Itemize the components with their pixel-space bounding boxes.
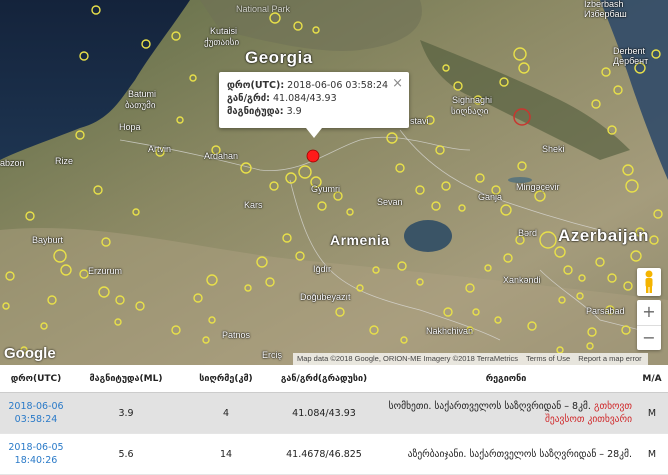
label-igdir: Iğdır	[313, 264, 332, 274]
popup-mag-value: 3.9	[286, 106, 302, 117]
row-ma: M	[636, 433, 668, 475]
label-mingecevir: Mingəçevir	[516, 182, 560, 192]
label-ercis: Erciş	[262, 350, 282, 360]
row-datetime[interactable]: 2018-06-05 18:40:26	[0, 433, 72, 475]
popup-time-value: 2018-06-06 03:58:24	[287, 80, 389, 91]
row-datetime[interactable]: 2018-06-06 03:58:24	[0, 392, 72, 434]
label-trabzon: abzon	[0, 158, 25, 168]
row-time: 03:58:24	[14, 414, 58, 425]
row-depth: 14	[180, 433, 272, 475]
column-header-ma[interactable]: M/A	[636, 365, 668, 393]
label-izberbash-ru: Избербаш	[584, 9, 627, 19]
table-row[interactable]: 2018-06-05 18:40:26 5.6 14 41.4678/46.825…	[0, 433, 668, 475]
label-erzurum: Erzurum	[88, 266, 123, 276]
label-patnos: Patnos	[222, 330, 251, 340]
report-map-error-link[interactable]: Report a map error	[578, 354, 641, 363]
row-ma: M	[636, 392, 668, 434]
row-magnitude: 5.6	[72, 433, 180, 475]
label-azerbaijan: Azerbaijan	[558, 226, 649, 245]
row-region-text: აზერბაიჯანი. საქართველოს საზღვრიდან – 28…	[407, 448, 632, 460]
label-sighnaghi: Sighnaghi	[452, 95, 493, 105]
label-ardahan: Ardahan	[204, 151, 239, 161]
label-kars: Kars	[244, 200, 263, 210]
column-header-time[interactable]: დრო(UTC)	[0, 365, 72, 393]
label-sevan: Sevan	[377, 197, 403, 207]
label-rize: Rize	[55, 156, 74, 166]
table-header-row: დრო(UTC) მაგნიტუდა(ML) სიღრმე(კმ) გან/გრ…	[0, 365, 668, 393]
earthquake-info-popup: × დრო(UTC): 2018-06-06 03:58:24 გან/გრძ:…	[219, 72, 409, 138]
table-row[interactable]: 2018-06-06 03:58:24 3.9 4 41.084/43.93 სო…	[0, 392, 668, 434]
close-icon[interactable]: ×	[392, 76, 403, 91]
label-batumi: Batumi	[128, 89, 157, 99]
google-logo: Google	[4, 345, 56, 362]
terms-of-use-link[interactable]: Terms of Use	[526, 354, 570, 363]
label-ganja: Ganja	[478, 192, 503, 202]
label-gyumri: Gyumri	[311, 184, 340, 194]
map-attribution: Map data ©2018 Google, ORION-ME Imagery …	[293, 353, 648, 365]
row-time: 18:40:26	[14, 455, 58, 466]
label-armenia: Armenia	[330, 232, 390, 248]
popup-mag-label: მაგნიტუდა:	[227, 106, 284, 117]
label-bayburt: Bayburt	[32, 235, 64, 245]
row-depth: 4	[180, 392, 272, 434]
label-kutaisi-ka: ქუთაისი	[204, 37, 240, 47]
label-dogubayazit: Doğubeyazıt	[300, 292, 351, 302]
label-national-park: National Park	[236, 4, 291, 14]
label-sheki: Sheki	[542, 144, 565, 154]
label-kutaisi: Kutaisi	[210, 26, 238, 36]
label-parsabad: Parsabad	[586, 306, 625, 316]
row-region: აზერბაიჯანი. საქართველოს საზღვრიდან – 28…	[376, 433, 636, 475]
row-date: 2018-06-06	[8, 401, 64, 412]
label-derbent-ru: Дербент	[613, 56, 649, 66]
label-georgia: Georgia	[245, 48, 313, 67]
label-rustavi: stavi	[410, 116, 429, 126]
column-header-depth[interactable]: სიღრმე(კმ)	[180, 365, 272, 393]
label-artvin: Artvin	[148, 144, 172, 154]
popup-time-label: დრო(UTC):	[227, 80, 285, 91]
row-date: 2018-06-05	[8, 442, 64, 453]
row-coords: 41.4678/46.825	[272, 433, 376, 475]
map-data-credit: Map data ©2018 Google, ORION-ME Imagery …	[297, 354, 519, 363]
column-header-magnitude[interactable]: მაგნიტუდა(ML)	[72, 365, 180, 393]
seismic-map[interactable]: Georgia Armenia Azerbaijan National Park…	[0, 0, 668, 365]
popup-coord-value: 41.084/43.93	[273, 93, 337, 104]
popup-coord-label: გან/გრძ:	[227, 93, 270, 104]
row-region: სომხეთი. საქართველოს საზღვრიდან – 8კმ. გ…	[376, 392, 636, 434]
label-sighnaghi-ka: სიღნაღი	[451, 106, 489, 116]
label-xankendi: Xankəndi	[503, 275, 541, 285]
row-magnitude: 3.9	[72, 392, 180, 434]
earthquake-table: დრო(UTC) მაგნიტუდა(ML) სიღრმე(კმ) გან/გრ…	[0, 365, 668, 475]
selected-earthquake-marker[interactable]	[306, 149, 320, 163]
label-nakhchivan: Nakhchivan	[426, 326, 474, 336]
pegman-icon	[645, 270, 653, 293]
street-view-pegman-button[interactable]	[637, 268, 661, 296]
questionnaire-link-2[interactable]: შეავსოთ კითხვარი	[545, 414, 632, 425]
questionnaire-link[interactable]: გთხოვთ	[594, 401, 632, 412]
zoom-out-button[interactable]: −	[637, 326, 661, 351]
column-header-region[interactable]: რეგიონი	[376, 365, 636, 393]
label-hopa: Hopa	[119, 122, 141, 132]
column-header-coords[interactable]: გან/გრძ(გრადუსი)	[272, 365, 376, 393]
zoom-controls: + −	[637, 300, 661, 350]
zoom-in-button[interactable]: +	[637, 300, 661, 326]
label-barda: Bərd	[518, 228, 538, 238]
row-region-text: სომხეთი. საქართველოს საზღვრიდან – 8კმ.	[388, 401, 591, 412]
label-batumi-ka: ბათუმი	[125, 100, 156, 110]
row-coords: 41.084/43.93	[272, 392, 376, 434]
satellite-terrain	[0, 0, 668, 365]
